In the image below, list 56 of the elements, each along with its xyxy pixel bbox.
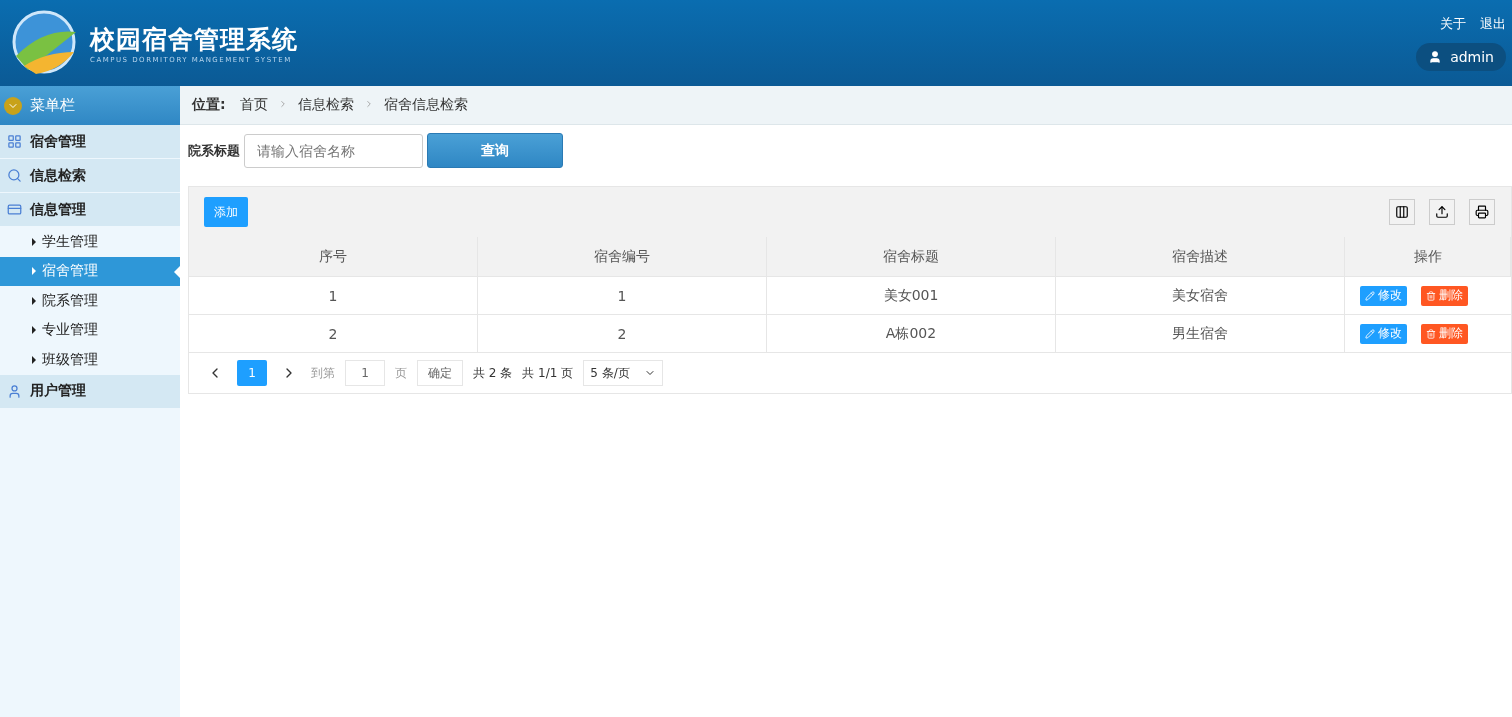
confirm-button[interactable]: 确定 [417,360,463,386]
table-cell: 1 [189,277,478,315]
user-name: admin [1450,49,1494,65]
user-icon [1428,50,1443,64]
column-header: 宿舍描述 [1056,237,1345,277]
menu-group[interactable]: 宿舍管理 [0,125,180,159]
card-icon [7,202,22,217]
breadcrumb-link[interactable]: 宿舍信息检索 [383,96,468,114]
trash-icon [1426,328,1436,339]
column-header: 操作 [1345,237,1511,277]
page-unit: 页 [395,364,407,382]
page-total: 共 1/1 页 [522,364,574,382]
menu-item[interactable]: 学生管理 [0,227,180,257]
table-cell: 美女001 [767,277,1056,315]
user-icon [7,383,22,399]
table-cell: 美女宿舍 [1056,277,1345,315]
sidebar-title: 菜单栏 [30,96,75,115]
table-cell: 男生宿舍 [1056,315,1345,353]
columns-icon [1395,205,1409,219]
menu-group[interactable]: 信息管理 [0,193,180,227]
grid-icon [7,134,22,149]
menu-item[interactable]: 专业管理 [0,315,180,345]
breadcrumb-link[interactable]: 信息检索 [297,96,354,114]
system-title: 校园宿舍管理系统 [90,23,298,56]
column-header: 宿舍编号 [478,237,767,277]
column-header: 序号 [189,237,478,277]
page-input[interactable]: 1 [345,360,385,386]
export-button[interactable] [1429,199,1455,225]
user-badge[interactable]: admin [1416,43,1506,71]
table-cell: 1 [478,277,767,315]
header-link[interactable]: 关于 [1440,15,1466,33]
breadcrumb-link[interactable]: 首页 [239,96,268,114]
header-link[interactable]: 退出 [1480,15,1506,33]
menu-item[interactable]: 班级管理 [0,345,180,375]
print-icon [1475,205,1489,219]
search-field[interactable]: 请输入宿舍名称 [244,133,423,168]
menu-group[interactable]: 用户管理 [0,374,180,409]
goto-label: 到第 [311,364,335,382]
breadcrumb-label: 位置: [192,96,226,114]
pencil-icon [1365,328,1375,339]
print-button[interactable] [1469,199,1495,225]
total-count: 共 2 条 [473,364,513,382]
upload-icon [1435,205,1449,219]
menu-group[interactable]: 信息检索 [0,159,180,193]
search-label: 院系标题 [188,141,240,160]
table-cell: 2 [478,315,767,353]
column-header: 宿舍标题 [767,237,1056,277]
caret-icon [4,96,22,115]
table-cell: A栋002 [767,315,1056,353]
page-size-select[interactable]: 5 条/页 [583,360,663,386]
menu-item[interactable]: 院系管理 [0,286,180,316]
table-cell: 2 [189,315,478,353]
pencil-icon [1365,290,1375,301]
trash-icon [1426,290,1436,301]
search-icon [7,168,22,183]
columns-button[interactable] [1389,199,1415,225]
